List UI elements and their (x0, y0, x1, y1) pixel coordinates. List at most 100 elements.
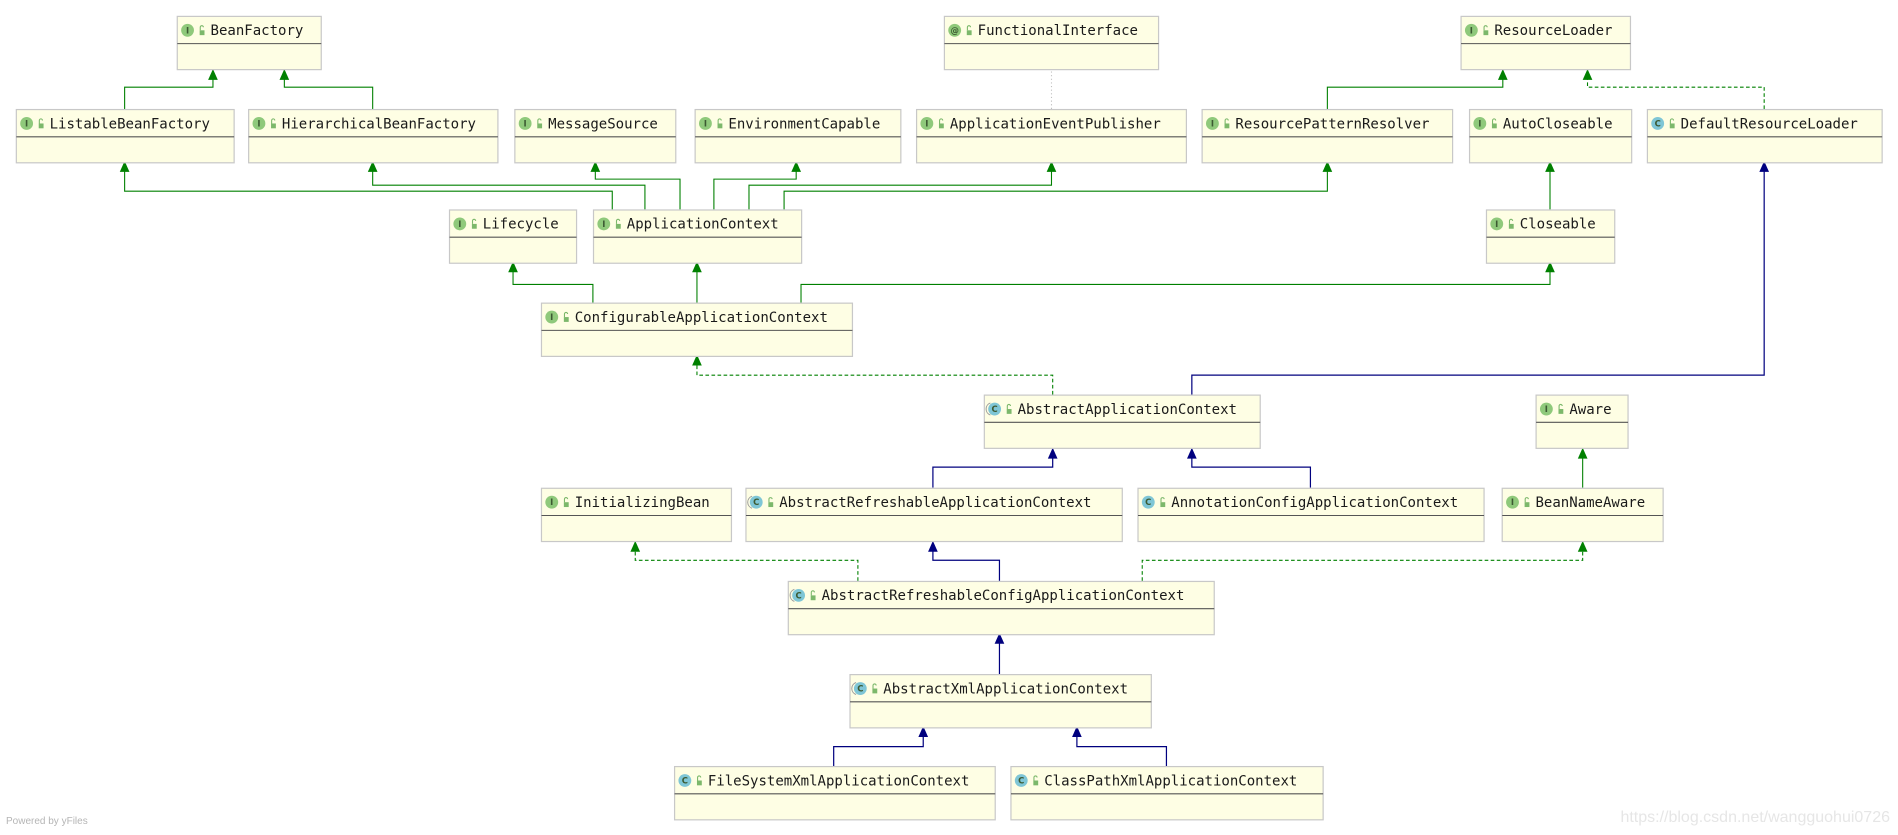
svg-text:I: I (550, 312, 553, 322)
node-hierarchical-bean-factory[interactable]: I HierarchicalBeanFactory (248, 108, 499, 164)
node-configurable-application-context[interactable]: I ConfigurableApplicationContext (540, 302, 854, 358)
node-application-event-publisher[interactable]: I ApplicationEventPublisher (915, 108, 1188, 164)
arrowhead-icon (1577, 447, 1588, 459)
node-title: Aware (1569, 402, 1611, 418)
edge-abstract-refreshable-application-context-to-abstract-application-context (932, 447, 1058, 488)
edge-line (1191, 160, 1765, 395)
node-lifecycle[interactable]: I Lifecycle (448, 209, 578, 264)
svg-text:I: I (1211, 118, 1214, 128)
node-auto-closeable[interactable]: I AutoCloseable (1468, 108, 1633, 164)
class-icon: C (1651, 117, 1665, 130)
interface-icon: I (597, 217, 611, 231)
node-abstract-xml-application-context[interactable]: C AbstractXmlApplicationContext (849, 674, 1152, 729)
interface-icon: I (545, 495, 559, 509)
node-title: AbstractRefreshableConfigApplicationCont… (822, 588, 1185, 604)
node-bean-factory[interactable]: I BeanFactory (176, 15, 322, 71)
node-functional-interface[interactable]: @ FunctionalInterface (943, 15, 1160, 71)
node-title: AbstractXmlApplicationContext (883, 681, 1128, 697)
svg-text:I: I (704, 118, 707, 128)
node-title: AutoCloseable (1503, 116, 1613, 132)
node-listable-bean-factory[interactable]: I ListableBeanFactory (15, 108, 235, 164)
arrowhead-icon (1582, 69, 1593, 80)
edge-line (1141, 540, 1584, 581)
node-initializing-bean[interactable]: I InitializingBean (540, 487, 733, 543)
svg-text:I: I (1545, 404, 1548, 414)
edge-abstract-refreshable-config-application-context-to-bean-name-aware (1141, 540, 1588, 581)
edge-abstract-application-context-to-configurable-application-context (692, 354, 1054, 395)
annotation-icon: @ (948, 23, 962, 37)
interface-icon: I (518, 117, 532, 130)
edge-line (1191, 447, 1312, 488)
edge-line (124, 69, 214, 109)
node-abstract-refreshable-application-context[interactable]: C AbstractRefreshableApplicationContext (745, 487, 1123, 543)
edge-line (283, 69, 374, 109)
edge-configurable-application-context-to-closeable (800, 261, 1555, 303)
svg-text:I: I (550, 497, 553, 507)
class-icon: C (678, 774, 692, 787)
node-environment-capable[interactable]: I EnvironmentCapable (694, 108, 902, 164)
edge-line (800, 261, 1551, 303)
interface-icon: I (252, 117, 266, 130)
node-title: ApplicationContext (627, 217, 779, 233)
interface-icon: I (1539, 402, 1553, 416)
edge-abstract-refreshable-config-application-context-to-abstract-refreshable-application-context (928, 540, 1001, 581)
edge-line (833, 726, 924, 766)
edge-listable-bean-factory-to-bean-factory (124, 69, 218, 109)
edge-class-path-xml-application-context-to-abstract-xml-application-context (1072, 726, 1168, 766)
edge-closeable-to-auto-closeable (1545, 160, 1555, 210)
svg-text:I: I (186, 25, 189, 35)
edges-layer (119, 69, 1770, 766)
arrowhead-icon (928, 540, 938, 552)
edge-line (696, 354, 1054, 395)
edge-line (932, 447, 1054, 488)
interface-icon: I (1206, 117, 1219, 130)
abstract-class-icon: C (985, 402, 1002, 416)
node-title: ApplicationEventPublisher (950, 116, 1161, 132)
node-application-context[interactable]: I ApplicationContext (592, 209, 803, 264)
node-title: AbstractRefreshableApplicationContext (779, 495, 1091, 511)
svg-text:C: C (682, 776, 688, 786)
arrowhead-icon (208, 69, 218, 80)
node-bean-name-aware[interactable]: I BeanNameAware (1501, 487, 1664, 543)
node-abstract-application-context[interactable]: C AbstractApplicationContext (983, 394, 1261, 449)
node-abstract-refreshable-config-application-context[interactable]: C AbstractRefreshableConfigApplicationCon… (787, 580, 1215, 636)
arrowhead-icon (1577, 540, 1588, 552)
node-title: AbstractApplicationContext (1018, 402, 1237, 418)
edge-line (372, 160, 646, 210)
edge-annotation-config-application-context-to-abstract-application-context (1187, 447, 1312, 488)
node-class-path-xml-application-context[interactable]: C ClassPathXmlApplicationContext (1010, 765, 1324, 821)
node-title: BeanFactory (211, 23, 304, 39)
node-annotation-config-application-context[interactable]: C AnnotationConfigApplicationContext (1137, 487, 1485, 543)
node-closeable[interactable]: I Closeable (1485, 209, 1616, 264)
node-default-resource-loader[interactable]: C DefaultResourceLoader (1646, 108, 1883, 164)
arrowhead-icon (630, 540, 641, 552)
edge-hierarchical-bean-factory-to-bean-factory (279, 69, 374, 109)
node-aware[interactable]: I Aware (1535, 394, 1629, 449)
interface-icon: I (920, 117, 934, 130)
edge-line (1076, 726, 1168, 766)
edge-line (634, 540, 859, 581)
class-icon: C (1014, 774, 1028, 787)
svg-text:I: I (1478, 118, 1481, 128)
svg-text:I: I (602, 219, 605, 229)
edge-abstract-refreshable-config-application-context-to-initializing-bean (630, 540, 859, 581)
svg-text:I: I (257, 118, 260, 128)
interface-icon: I (1473, 117, 1487, 130)
node-message-source[interactable]: I MessageSource (514, 108, 677, 164)
abstract-class-icon: C (789, 588, 806, 602)
node-title: ClassPathXmlApplicationContext (1044, 773, 1297, 789)
edge-application-context-to-hierarchical-bean-factory (367, 160, 646, 210)
node-resource-pattern-resolver[interactable]: I ResourcePatternResolver (1201, 108, 1454, 164)
node-resource-loader[interactable]: I ResourceLoader (1460, 15, 1632, 71)
svg-text:C: C (992, 404, 998, 414)
node-title: Closeable (1520, 217, 1596, 233)
node-title: FunctionalInterface (978, 23, 1138, 39)
node-file-system-xml-application-context[interactable]: C FileSystemXmlApplicationContext (673, 765, 996, 821)
node-title: BeanNameAware (1535, 495, 1645, 511)
class-diagram: I BeanFactory @ FunctionalInterface I Resourc… (15, 15, 1883, 821)
interface-icon: I (181, 23, 194, 37)
edge-configurable-application-context-to-lifecycle (508, 261, 594, 303)
arrowhead-icon (279, 69, 290, 80)
node-title: EnvironmentCapable (728, 116, 880, 132)
node-title: ListableBeanFactory (50, 116, 210, 132)
